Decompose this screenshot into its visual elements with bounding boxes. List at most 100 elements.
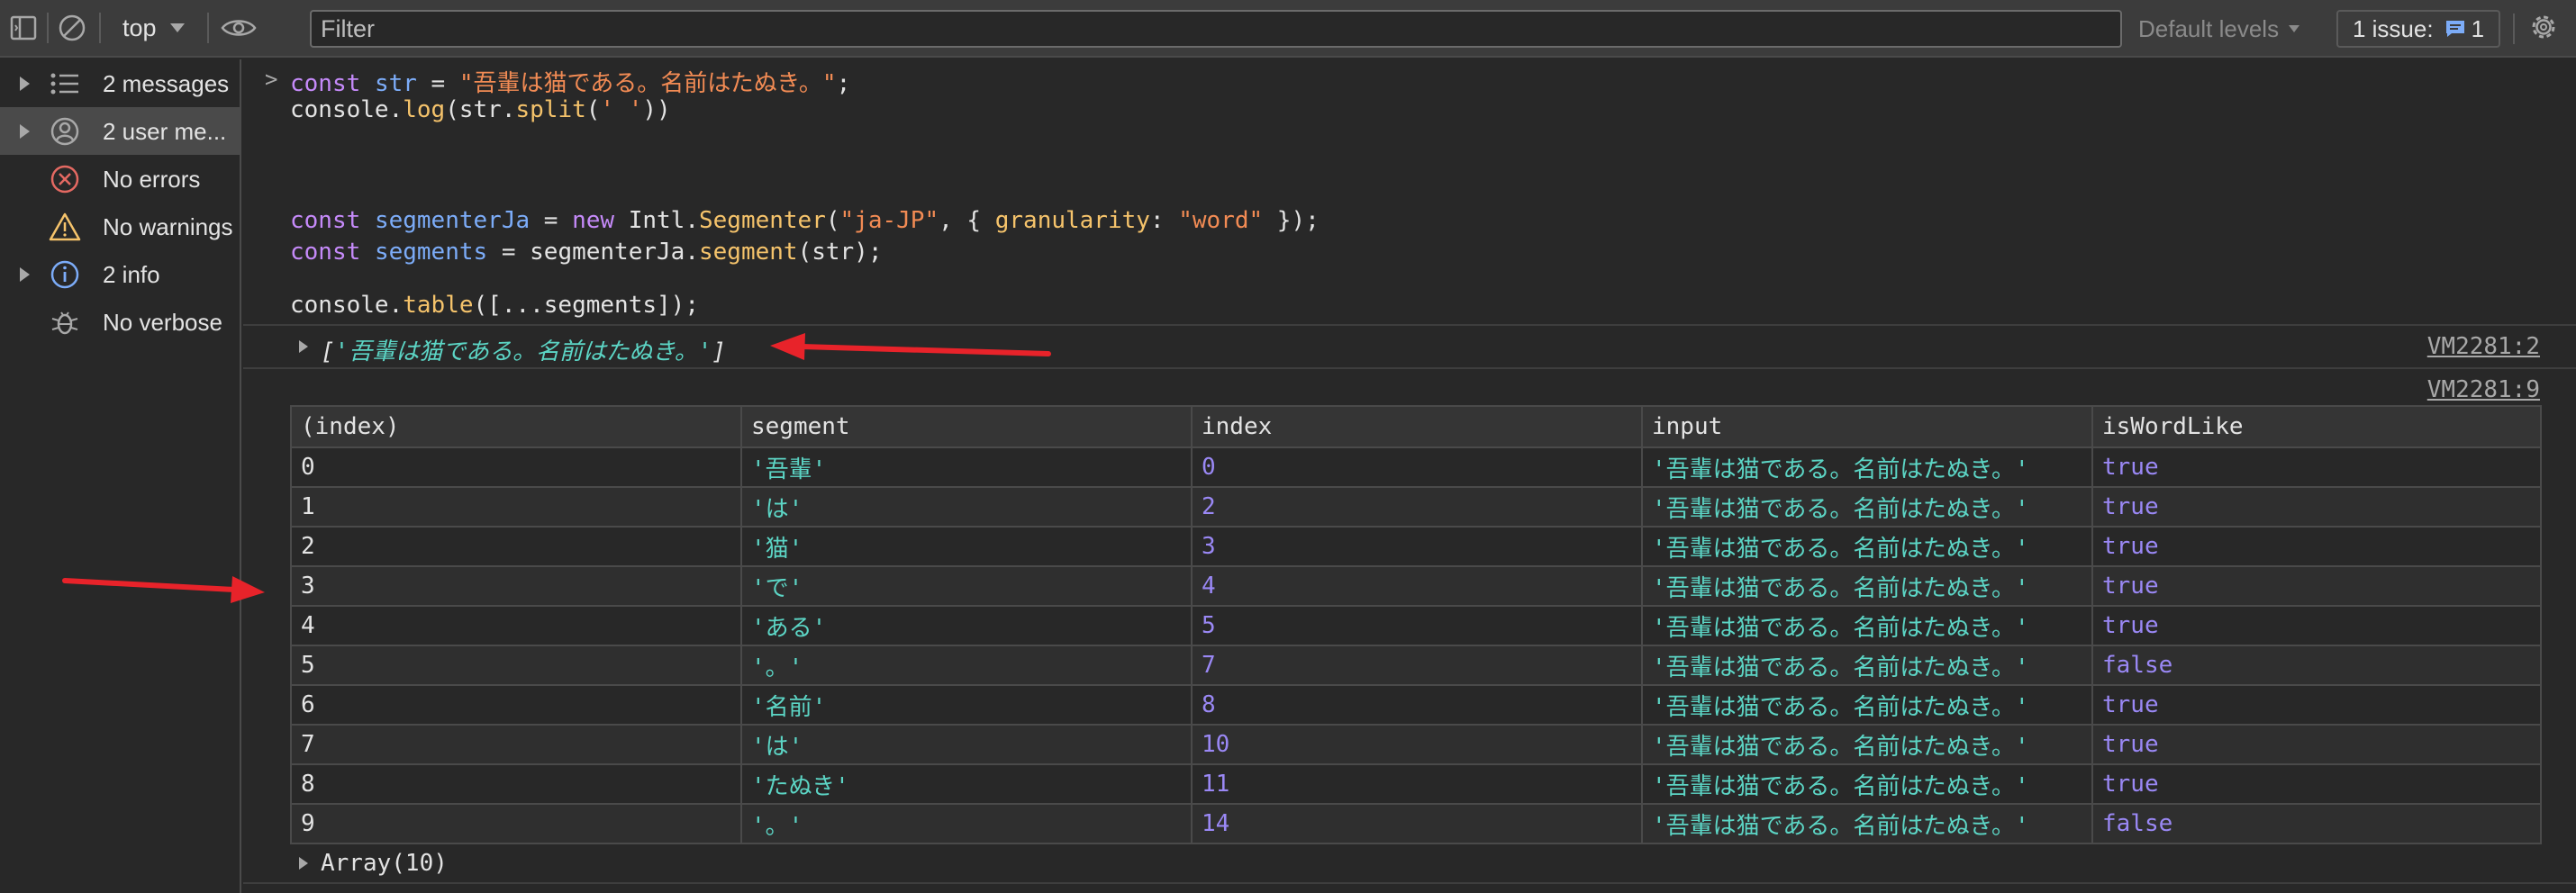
console-output[interactable]: > const str = "吾輩は猫である。名前はたぬき。"; console… bbox=[243, 59, 2576, 893]
table-cell: 2 bbox=[1191, 486, 1643, 528]
table-cell: 4 bbox=[290, 605, 742, 646]
table-row: 3 'で' 4 '吾輩は猫である。名前はたぬき。' true bbox=[290, 565, 2542, 607]
console-sidebar: 2 messages 2 user me... No errors No war… bbox=[0, 59, 241, 893]
table-row: 8 'たぬき' 11 '吾輩は猫である。名前はたぬき。' true bbox=[290, 763, 2542, 805]
table-cell: 3 bbox=[290, 565, 742, 607]
table-row: 9 '。' 14 '吾輩は猫である。名前はたぬき。' false bbox=[290, 803, 2542, 844]
table-cell: 14 bbox=[1191, 803, 1643, 844]
sidebar-toggle-icon[interactable] bbox=[5, 10, 41, 46]
table-cell: '吾輩は猫である。名前はたぬき。' bbox=[1641, 446, 2093, 488]
message-icon bbox=[2445, 21, 2464, 37]
table-cell: true bbox=[2091, 565, 2542, 607]
table-row: 1 'は' 2 '吾輩は猫である。名前はたぬき。' true bbox=[290, 486, 2542, 528]
table-cell: 0 bbox=[1191, 446, 1643, 488]
table-cell: '吾輩は猫である。名前はたぬき。' bbox=[1641, 526, 2093, 567]
sidebar-item-label: No verbose bbox=[103, 309, 222, 336]
table-cell: 7 bbox=[290, 724, 742, 765]
warning-icon bbox=[49, 212, 81, 241]
table-row: 4 'ある' 5 '吾輩は猫である。名前はたぬき。' true bbox=[290, 605, 2542, 646]
table-cell: 8 bbox=[290, 763, 742, 805]
table-header[interactable]: (index) bbox=[290, 405, 742, 448]
table-header-row: (index) segment index input isWordLike bbox=[290, 405, 2542, 448]
log-levels-dropdown[interactable]: Default levels bbox=[2138, 13, 2300, 45]
table-cell: 1 bbox=[290, 486, 742, 528]
table-cell: '。' bbox=[740, 645, 1193, 686]
sidebar-item-errors[interactable]: No errors bbox=[0, 155, 240, 203]
table-cell: 'で' bbox=[740, 565, 1193, 607]
table-cell: '吾輩' bbox=[740, 446, 1193, 488]
issues-count: 1 bbox=[2444, 15, 2484, 43]
table-cell: '吾輩は猫である。名前はたぬき。' bbox=[1641, 803, 2093, 844]
table-row: 5 '。' 7 '吾輩は猫である。名前はたぬき。' false bbox=[290, 645, 2542, 686]
code-line-5: console.table([...segments]); bbox=[290, 292, 699, 319]
issues-button[interactable]: 1 issue: 1 bbox=[2336, 10, 2500, 48]
table-cell: 'は' bbox=[740, 724, 1193, 765]
gear-icon[interactable] bbox=[2527, 11, 2560, 48]
table-cell: 5 bbox=[1191, 605, 1643, 646]
issues-label: 1 issue: bbox=[2352, 14, 2434, 42]
expand-triangle-icon[interactable] bbox=[20, 267, 30, 282]
array-output: ['吾輩は猫である。名前はたぬき。'] bbox=[321, 338, 727, 365]
table-cell: '猫' bbox=[740, 526, 1193, 567]
table-cell: 'は' bbox=[740, 486, 1193, 528]
sidebar-item-warnings[interactable]: No warnings bbox=[0, 203, 240, 250]
array-summary-row[interactable]: Array(10) bbox=[243, 843, 2576, 882]
sidebar-item-label: 2 user me... bbox=[103, 118, 227, 145]
table-cell: 7 bbox=[1191, 645, 1643, 686]
table-cell: true bbox=[2091, 763, 2542, 805]
table-cell: true bbox=[2091, 605, 2542, 646]
expand-triangle-icon[interactable] bbox=[299, 340, 308, 353]
table-cell: 2 bbox=[290, 526, 742, 567]
source-link[interactable]: VM2281:2 bbox=[2427, 333, 2540, 360]
error-icon bbox=[50, 165, 79, 194]
table-header[interactable]: segment bbox=[740, 405, 1193, 448]
table-cell: 5 bbox=[290, 645, 742, 686]
clear-console-icon[interactable] bbox=[54, 10, 90, 46]
table-row: 2 '猫' 3 '吾輩は猫である。名前はたぬき。' true bbox=[290, 526, 2542, 567]
message-divider bbox=[243, 367, 2576, 369]
toolbar-divider bbox=[47, 13, 49, 43]
issues-count-value: 1 bbox=[2471, 14, 2485, 42]
table-cell: '。' bbox=[740, 803, 1193, 844]
log-levels-label: Default levels bbox=[2138, 14, 2280, 42]
context-selector[interactable]: top bbox=[110, 14, 198, 42]
code-line-3: const segmenterJa = new Intl.Segmenter("… bbox=[290, 207, 1320, 234]
table-header[interactable]: index bbox=[1191, 405, 1643, 448]
table-cell: '吾輩は猫である。名前はたぬき。' bbox=[1641, 684, 2093, 726]
table-cell: true bbox=[2091, 446, 2542, 488]
sidebar-item-messages[interactable]: 2 messages bbox=[0, 59, 240, 107]
table-row: 7 'は' 10 '吾輩は猫である。名前はたぬき。' true bbox=[290, 724, 2542, 765]
toolbar-divider bbox=[2513, 14, 2515, 44]
table-cell: 0 bbox=[290, 446, 742, 488]
eye-icon[interactable] bbox=[218, 10, 259, 46]
expand-triangle-icon[interactable] bbox=[20, 77, 30, 91]
table-cell: '吾輩は猫である。名前はたぬき。' bbox=[1641, 724, 2093, 765]
source-link[interactable]: VM2281:9 bbox=[2427, 376, 2540, 403]
toolbar-divider bbox=[206, 13, 209, 43]
table-cell: '吾輩は猫である。名前はたぬき。' bbox=[1641, 605, 2093, 646]
sidebar-item-verbose[interactable]: No verbose bbox=[0, 298, 240, 346]
table-cell: '吾輩は猫である。名前はたぬき。' bbox=[1641, 486, 2093, 528]
user-icon bbox=[50, 117, 79, 146]
table-cell: '吾輩は猫である。名前はたぬき。' bbox=[1641, 565, 2093, 607]
table-cell: 10 bbox=[1191, 724, 1643, 765]
sidebar-item-label: 2 messages bbox=[103, 70, 230, 97]
table-cell: 'たぬき' bbox=[740, 763, 1193, 805]
table-cell: 4 bbox=[1191, 565, 1643, 607]
table-cell: true bbox=[2091, 684, 2542, 726]
table-header[interactable]: input bbox=[1641, 405, 2093, 448]
table-cell: false bbox=[2091, 803, 2542, 844]
sidebar-item-user-messages[interactable]: 2 user me... bbox=[0, 107, 240, 155]
list-icon bbox=[50, 73, 78, 95]
table-header[interactable]: isWordLike bbox=[2091, 405, 2542, 448]
sidebar-item-info[interactable]: 2 info bbox=[0, 250, 240, 298]
table-cell: 9 bbox=[290, 803, 742, 844]
table-row: 6 '名前' 8 '吾輩は猫である。名前はたぬき。' true bbox=[290, 684, 2542, 726]
table-cell: '吾輩は猫である。名前はたぬき。' bbox=[1641, 763, 2093, 805]
expand-triangle-icon[interactable] bbox=[299, 857, 308, 870]
filter-input[interactable] bbox=[310, 10, 2122, 48]
table-cell: true bbox=[2091, 724, 2542, 765]
expand-triangle-icon[interactable] bbox=[20, 124, 30, 139]
log-output-row[interactable]: ['吾輩は猫である。名前はたぬき。'] VM2281:2 bbox=[243, 326, 2576, 367]
console-toolbar: top Default levels 1 issue: 1 bbox=[0, 0, 2576, 58]
